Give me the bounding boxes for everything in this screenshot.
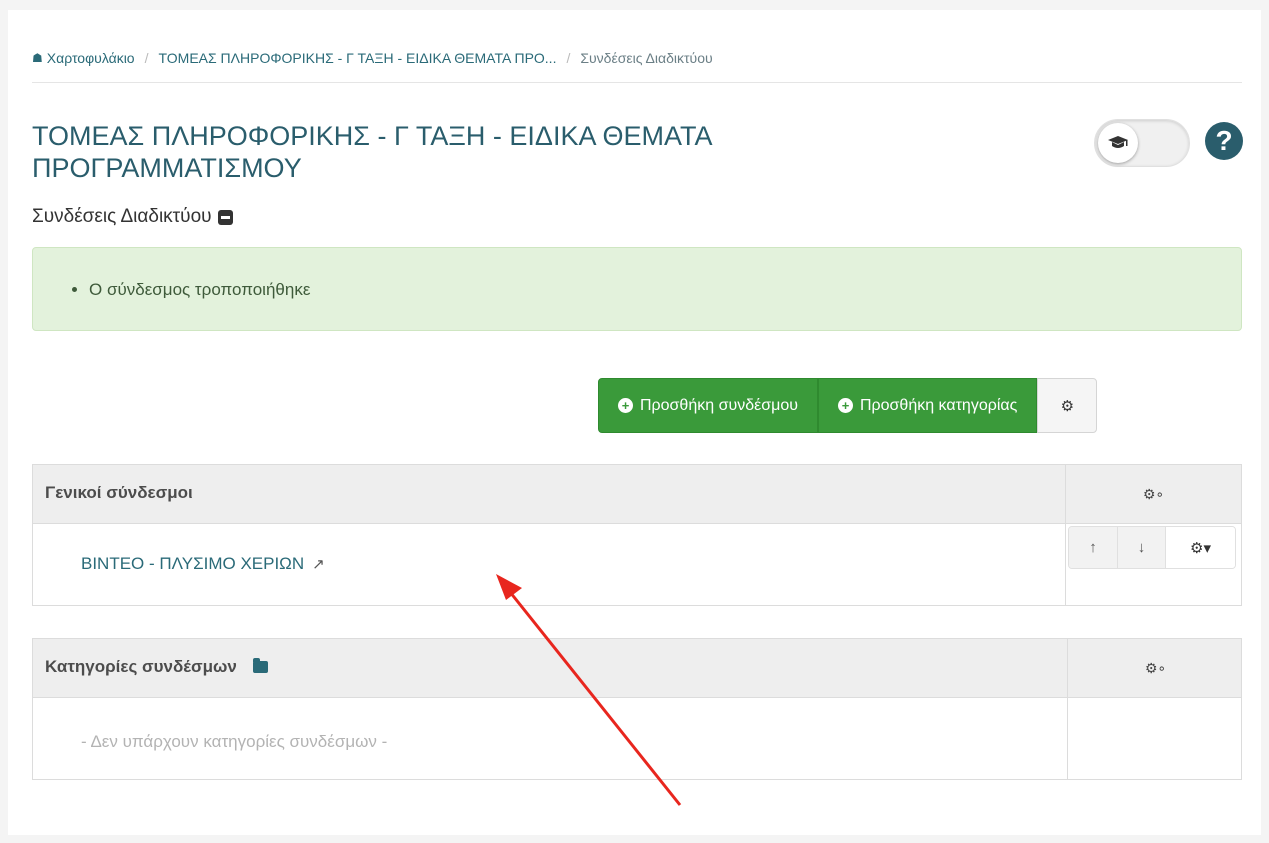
breadcrumb-home-link[interactable]: Χαρτοφυλάκιο [47, 50, 135, 66]
general-links-header: Γενικοί σύνδεσμοι [45, 483, 193, 502]
breadcrumb-separator: / [144, 50, 149, 66]
empty-categories-text: - Δεν υπάρχουν κατηγορίες συνδέσμων - [81, 732, 388, 751]
settings-button[interactable]: ⚙ [1037, 378, 1098, 433]
categories-header: Κατηγορίες συνδέσμων [45, 657, 268, 677]
arrow-down-icon[interactable]: ↓ [1117, 527, 1165, 568]
section-title-text: Συνδέσεις Διαδικτύου [32, 206, 212, 227]
categories-header-text: Κατηγορίες συνδέσμων [45, 657, 237, 676]
plus-circle-icon: + [837, 398, 853, 413]
page-title: ΤΟΜΕΑΣ ΠΛΗΡΟΦΟΡΙΚΗΣ - Γ ΤΑΞΗ - ΕΙΔΙΚΑ ΘΕ… [32, 121, 712, 183]
minus-square-icon[interactable] [217, 209, 233, 225]
gears-icon: ⚙∘ [1065, 465, 1241, 524]
add-category-button[interactable]: + Προσθήκη κατηγορίας [817, 378, 1038, 433]
table-header: Κατηγορίες συνδέσμων ⚙∘ [33, 639, 1241, 698]
external-link-icon: ↗ [312, 556, 325, 573]
graduation-cap-icon [1108, 136, 1128, 148]
folder-icon [252, 658, 268, 673]
add-category-label: Προσθήκη κατηγορίας [859, 396, 1018, 414]
student-view-toggle[interactable] [1094, 119, 1190, 167]
breadcrumb-separator: / [566, 50, 571, 66]
breadcrumb-divider [32, 82, 1242, 83]
link-item[interactable]: ΒΙΝΤΕΟ - ΠΛΥΣΙΜΟ ΧΕΡΙΩΝ ↗ [81, 554, 325, 574]
section-title: Συνδέσεις Διαδικτύου [32, 206, 233, 228]
gears-icon: ⚙∘ [1067, 639, 1243, 698]
row-actions [1067, 698, 1243, 779]
breadcrumb-current: Συνδέσεις Διαδικτύου [580, 50, 713, 66]
general-links-table: Γενικοί σύνδεσμοι ⚙∘ ΒΙΝΤΕΟ - ΠΛΥΣΙΜΟ ΧΕ… [32, 464, 1242, 606]
row-actions: ↑ ↓ ⚙▾ [1065, 524, 1241, 605]
link-label[interactable]: ΒΙΝΤΕΟ - ΠΛΥΣΙΜΟ ΧΕΡΙΩΝ [81, 554, 304, 574]
alert-message: Ο σύνδεσμος τροποποιήθηκε [89, 280, 310, 300]
categories-table: Κατηγορίες συνδέσμων ⚙∘ - Δεν υπάρχουν κ… [32, 638, 1242, 780]
row-action-group: ↑ ↓ ⚙▾ [1068, 526, 1236, 569]
action-toolbar: + Προσθήκη συνδέσμου + Προσθήκη κατηγορί… [598, 378, 1098, 433]
add-link-label: Προσθήκη συνδέσμου [640, 396, 798, 414]
toggle-knob [1098, 123, 1138, 163]
plus-circle-icon: + [618, 398, 633, 413]
table-header: Γενικοί σύνδεσμοι ⚙∘ [33, 465, 1241, 524]
help-icon[interactable]: ? [1205, 122, 1243, 160]
breadcrumb: ☗ Χαρτοφυλάκιο / ΤΟΜΕΑΣ ΠΛΗΡΟΦΟΡΙΚΗΣ - Γ… [32, 46, 713, 70]
add-link-button[interactable]: + Προσθήκη συνδέσμου [598, 378, 818, 433]
breadcrumb-course-link[interactable]: ΤΟΜΕΑΣ ΠΛΗΡΟΦΟΡΙΚΗΣ - Γ ΤΑΞΗ - ΕΙΔΙΚΑ ΘΕ… [158, 50, 556, 66]
table-row: - Δεν υπάρχουν κατηγορίες συνδέσμων - [33, 698, 1241, 779]
arrow-up-icon[interactable]: ↑ [1069, 527, 1117, 568]
home-icon: ☗ [32, 51, 43, 65]
gear-dropdown-button[interactable]: ⚙▾ [1165, 527, 1235, 568]
gear-icon: ⚙ [1060, 397, 1075, 415]
success-alert: Ο σύνδεσμος τροποποιήθηκε [32, 247, 1242, 331]
table-row: ΒΙΝΤΕΟ - ΠΛΥΣΙΜΟ ΧΕΡΙΩΝ ↗ ↑ ↓ ⚙▾ [33, 524, 1241, 605]
